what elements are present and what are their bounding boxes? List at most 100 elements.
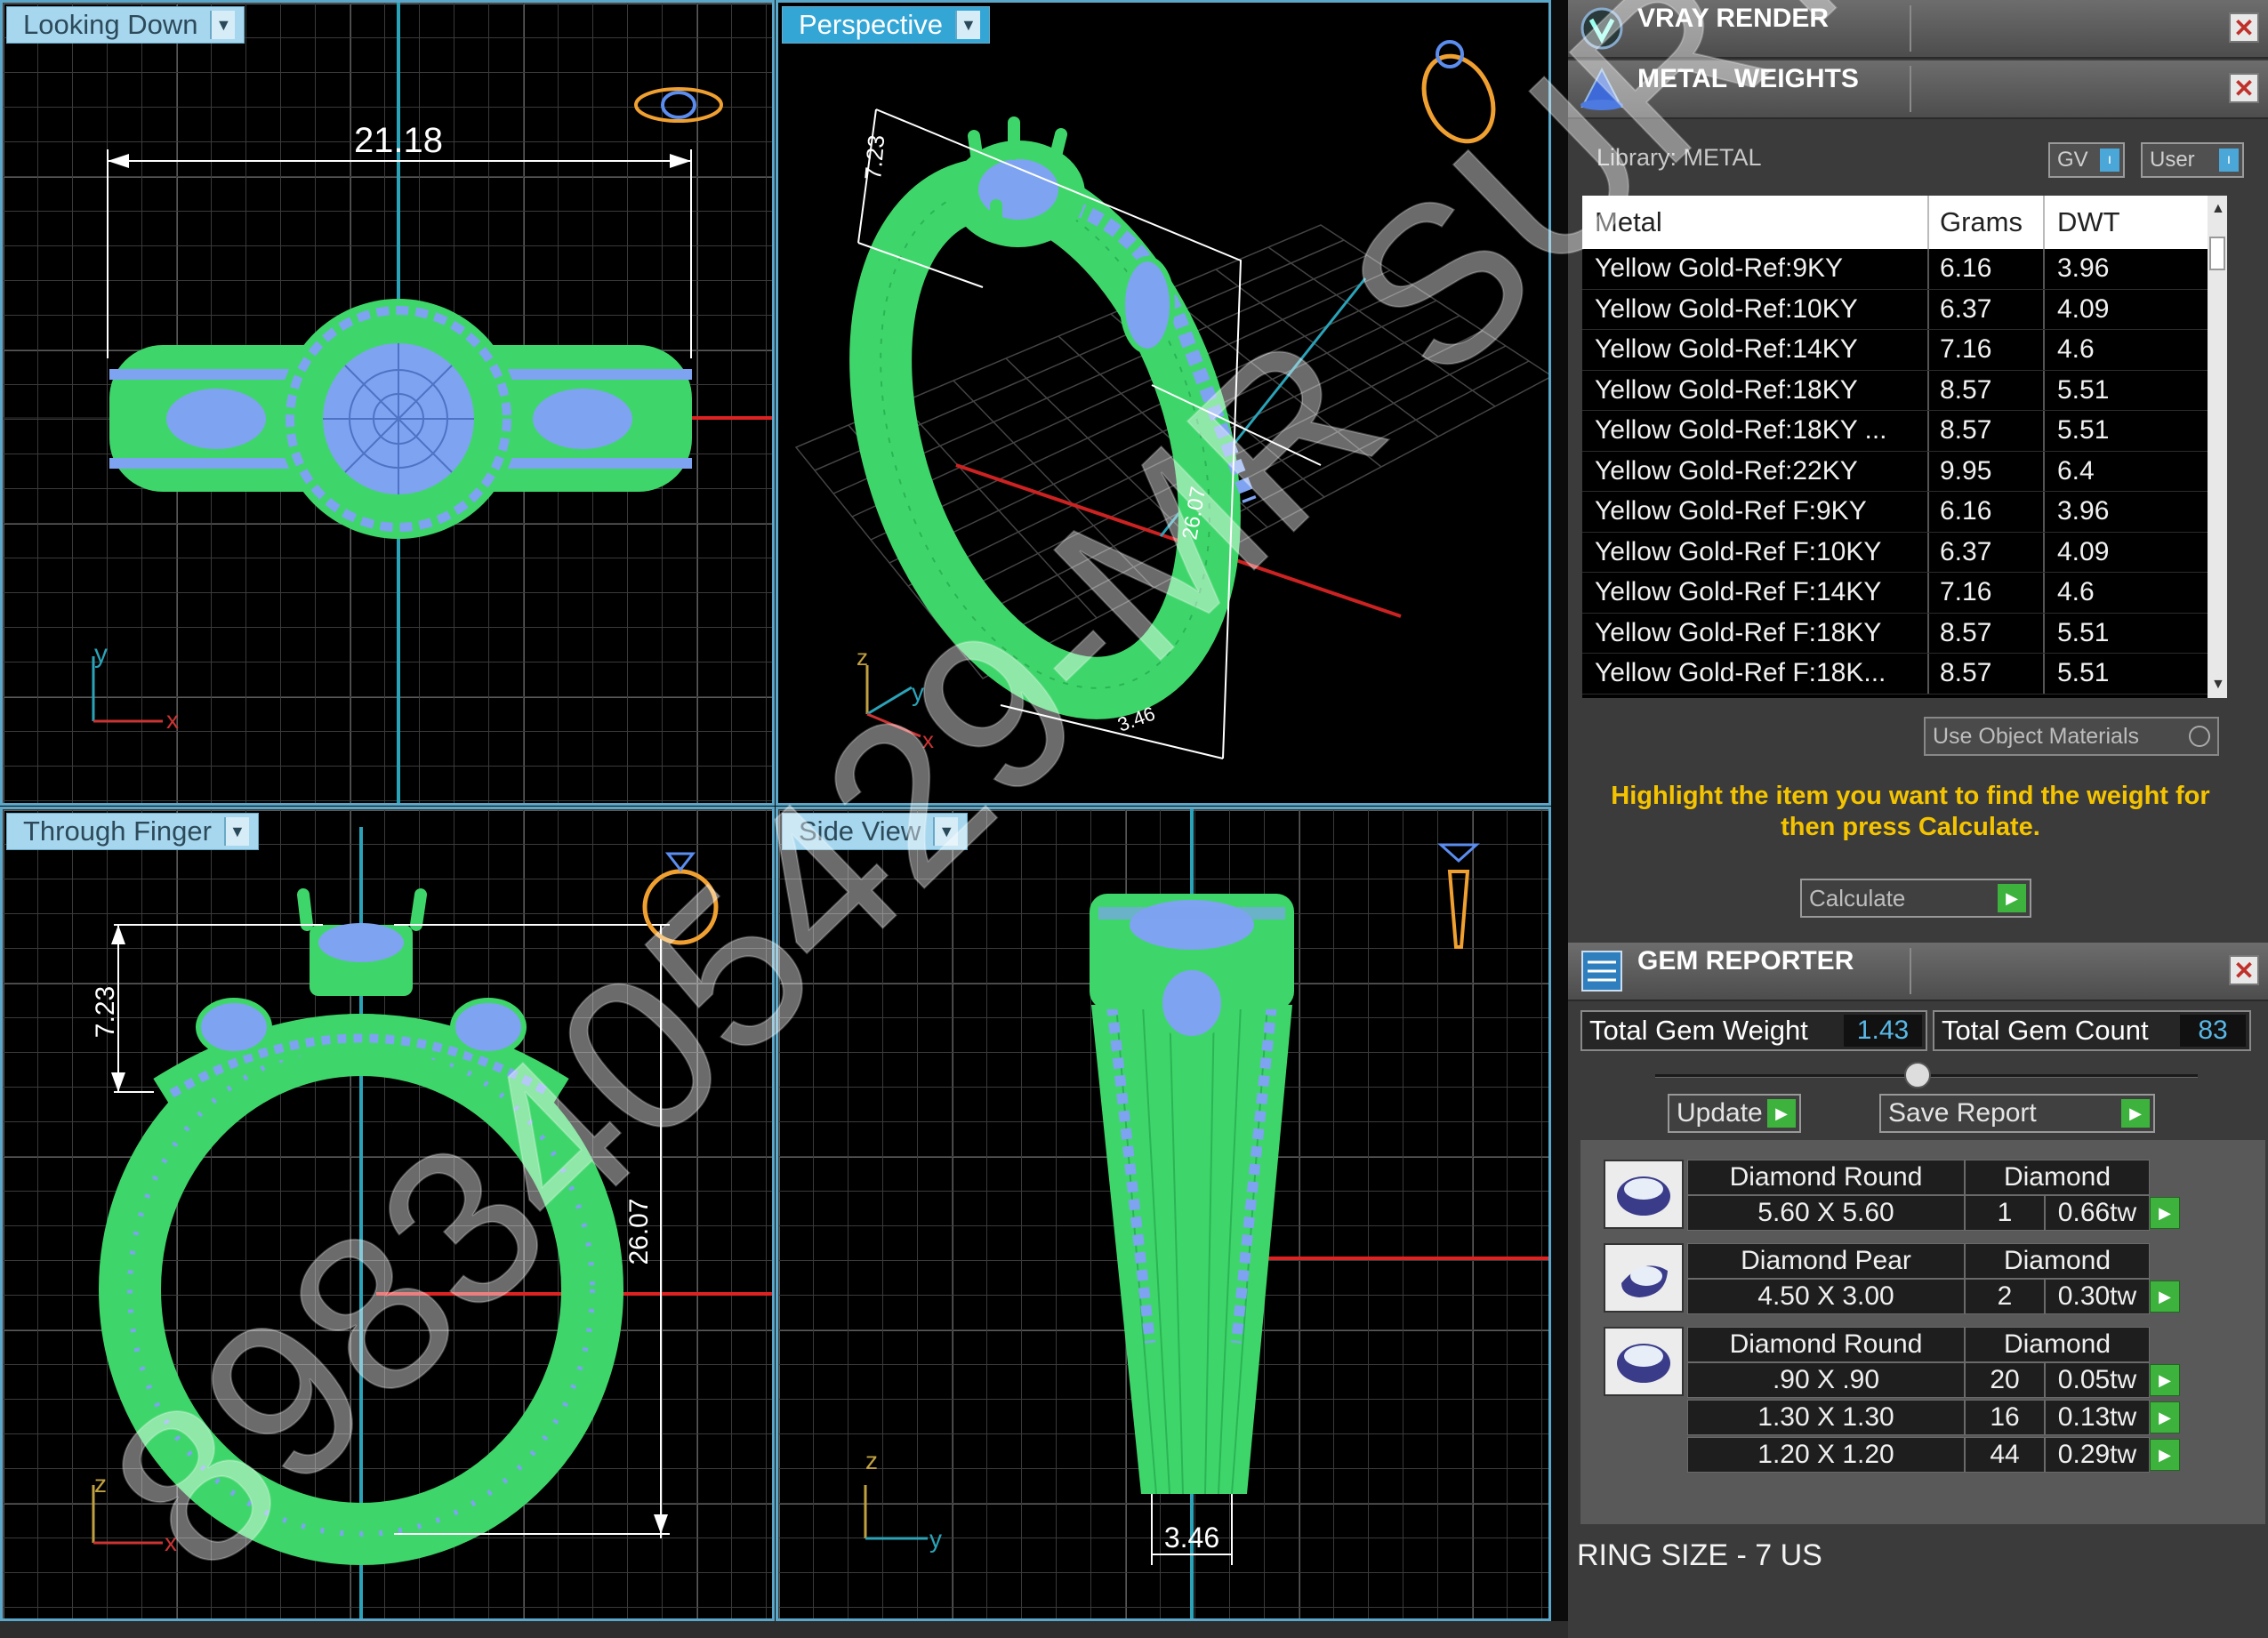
axis-x-label: x (165, 1529, 177, 1556)
gem-round-icon[interactable] (1604, 1327, 1684, 1396)
table-row[interactable]: Yellow Gold-Ref:18KY ... 8.57 5.51 (1582, 411, 2227, 452)
gv-toggle[interactable]: GV ı (2048, 142, 2125, 178)
metal-name-cell: Yellow Gold-Ref:22KY (1582, 451, 1929, 491)
viewport-label-through-finger[interactable]: Through Finger ▼ (6, 813, 259, 850)
gem-pear-icon[interactable] (1604, 1243, 1684, 1313)
viewport-name: Through Finger (23, 815, 212, 847)
play-icon[interactable]: ▶ (2150, 1281, 2180, 1313)
dwt-cell: 5.51 (2057, 415, 2110, 446)
user-toggle[interactable]: User ı (2141, 142, 2244, 178)
gem-round-icon[interactable] (1604, 1160, 1684, 1229)
right-panel: VRAY RENDER ✕ METAL WEIGHTS ✕ Library: M… (1568, 0, 2268, 1638)
viewport-side-view[interactable]: 3.46 z y Side View ▼ (776, 807, 1551, 1621)
scroll-thumb[interactable] (2209, 237, 2225, 270)
grams-cell: 6.16 (1929, 249, 2045, 289)
close-icon[interactable]: ✕ (2229, 12, 2259, 43)
view-cube-icon[interactable] (1437, 843, 1480, 949)
gem-size: 4.50 X 3.00 (1687, 1279, 1965, 1314)
viewport-label-looking-down[interactable]: Looking Down ▼ (6, 6, 245, 44)
chevron-down-icon[interactable]: ▼ (954, 11, 980, 39)
view-cube-icon[interactable] (1411, 40, 1507, 153)
column-header-dwt[interactable]: DWT (2045, 196, 2208, 249)
scrollbar[interactable]: ▲ ▼ (2208, 196, 2227, 698)
metal-weights-table[interactable]: Metal Grams DWT Yellow Gold-Ref:9KY 6.16 3… (1582, 196, 2227, 698)
close-icon[interactable]: ✕ (2229, 955, 2259, 985)
panel-title: VRAY RENDER (1637, 4, 1830, 33)
viewport-name: Perspective (799, 9, 943, 40)
ring-size-note: RING SIZE - 7 US (1577, 1538, 1822, 1572)
slider-handle[interactable] (1904, 1062, 1931, 1088)
play-icon: ▶ (1998, 884, 2026, 912)
column-header-grams[interactable]: Grams (1929, 196, 2045, 249)
viewport-name: Side View (799, 815, 921, 847)
viewport-perspective[interactable]: 7.23 26.07 3.46 z y x Perspective ▼ (776, 0, 1551, 806)
total-gem-weight-label: Total Gem Weight (1589, 1015, 1808, 1046)
play-icon[interactable]: ▶ (2150, 1197, 2180, 1229)
table-row[interactable]: Yellow Gold-Ref:10KY 6.37 4.09 (1582, 289, 2227, 330)
use-object-materials-button[interactable]: Use Object Materials (1924, 717, 2219, 756)
viewport-name: Looking Down (23, 9, 198, 40)
table-row[interactable]: Yellow Gold-Ref F:18K... 8.57 5.51 (1582, 654, 2227, 695)
table-row[interactable]: Yellow Gold-Ref F:18KY 8.57 5.51 (1582, 613, 2227, 654)
gem-reporter-header[interactable]: GEM REPORTER ✕ (1568, 943, 2268, 1001)
dimension-label: 21.18 (354, 121, 443, 160)
metal-name-cell: Yellow Gold-Ref F:9KY (1582, 492, 1929, 532)
dwt-cell: 5.51 (2057, 617, 2110, 647)
scroll-down-icon[interactable]: ▼ (2211, 677, 2225, 693)
report-icon (1581, 951, 1622, 992)
table-row[interactable]: Yellow Gold-Ref F:10KY 6.37 4.09 (1582, 532, 2227, 573)
radio-icon (2189, 726, 2210, 747)
gem-count: 44 (1965, 1437, 2045, 1473)
grams-cell: 6.37 (1929, 289, 2045, 329)
column-header-metal[interactable]: Metal (1582, 196, 1929, 249)
grams-cell: 8.57 (1929, 613, 2045, 653)
play-icon[interactable]: ▶ (2150, 1364, 2180, 1396)
chevron-down-icon[interactable]: ▼ (223, 817, 249, 846)
dwt-cell: 3.96 (2057, 496, 2110, 526)
table-row[interactable]: Yellow Gold-Ref:22KY 9.95 6.4 (1582, 451, 2227, 492)
vray-render-header[interactable]: VRAY RENDER ✕ (1568, 0, 2268, 59)
viewport-label-side-view[interactable]: Side View ▼ (782, 813, 969, 850)
metal-weights-header[interactable]: METAL WEIGHTS ✕ (1568, 60, 2268, 119)
axis-z-label: z (865, 1447, 878, 1474)
panel-title: GEM REPORTER (1637, 946, 1854, 976)
total-gem-count-label: Total Gem Count (1942, 1015, 2149, 1046)
user-label: User (2150, 148, 2195, 172)
gv-label: GV (2057, 148, 2088, 172)
table-row[interactable]: Yellow Gold-Ref F:9KY 6.16 3.96 (1582, 492, 2227, 533)
viewport-label-perspective[interactable]: Perspective ▼ (782, 6, 990, 44)
chevron-down-icon[interactable]: ▼ (210, 11, 236, 39)
table-row[interactable]: Yellow Gold-Ref F:14KY 7.16 4.6 (1582, 573, 2227, 614)
gem-weight: 0.13tw (2045, 1400, 2150, 1435)
dwt-cell: 4.09 (2057, 293, 2110, 324)
table-row[interactable]: Yellow Gold-Ref:18KY 8.57 5.51 (1582, 370, 2227, 411)
play-icon[interactable]: ▶ (2150, 1439, 2180, 1471)
total-gem-count-value: 83 (2180, 1015, 2246, 1047)
table-row-partial[interactable] (1582, 695, 2227, 699)
gem-count: 2 (1965, 1279, 2045, 1314)
dwt-cell: 5.51 (2057, 374, 2110, 405)
panel-title: METAL WEIGHTS (1637, 64, 1859, 93)
viewport-through-finger[interactable]: 7.23 26.07 z x Through Finger ▼ (0, 807, 775, 1621)
update-button[interactable]: Update ▶ (1668, 1094, 1801, 1133)
table-row[interactable]: Yellow Gold-Ref:9KY 6.16 3.96 (1582, 249, 2227, 290)
save-report-button[interactable]: Save Report ▶ (1879, 1094, 2155, 1133)
view-cube-icon[interactable] (642, 852, 719, 945)
axis-z-label: z (857, 644, 868, 670)
calculate-button[interactable]: Calculate ▶ (1800, 879, 2031, 918)
play-icon[interactable]: ▶ (2150, 1401, 2180, 1433)
viewport-looking-down[interactable]: 21.18 y x Looking Down ▼ (0, 0, 775, 806)
grams-cell: 9.95 (1929, 451, 2045, 491)
metal-name-cell: Yellow Gold-Ref:18KY ... (1582, 411, 1929, 451)
table-row[interactable]: Yellow Gold-Ref:14KY 7.16 4.6 (1582, 330, 2227, 371)
axis-z-label: z (94, 1470, 107, 1497)
close-icon[interactable]: ✕ (2229, 73, 2259, 103)
total-gem-count: Total Gem Count 83 (1933, 1010, 2251, 1051)
scroll-up-icon[interactable]: ▲ (2211, 201, 2225, 217)
play-icon: ▶ (1767, 1099, 1796, 1128)
table-header: Metal Grams DWT (1582, 196, 2227, 249)
grams-cell: 7.16 (1929, 573, 2045, 613)
use-object-materials-label: Use Object Materials (1933, 723, 2140, 749)
view-cube-icon[interactable] (634, 87, 723, 123)
chevron-down-icon[interactable]: ▼ (933, 817, 959, 846)
